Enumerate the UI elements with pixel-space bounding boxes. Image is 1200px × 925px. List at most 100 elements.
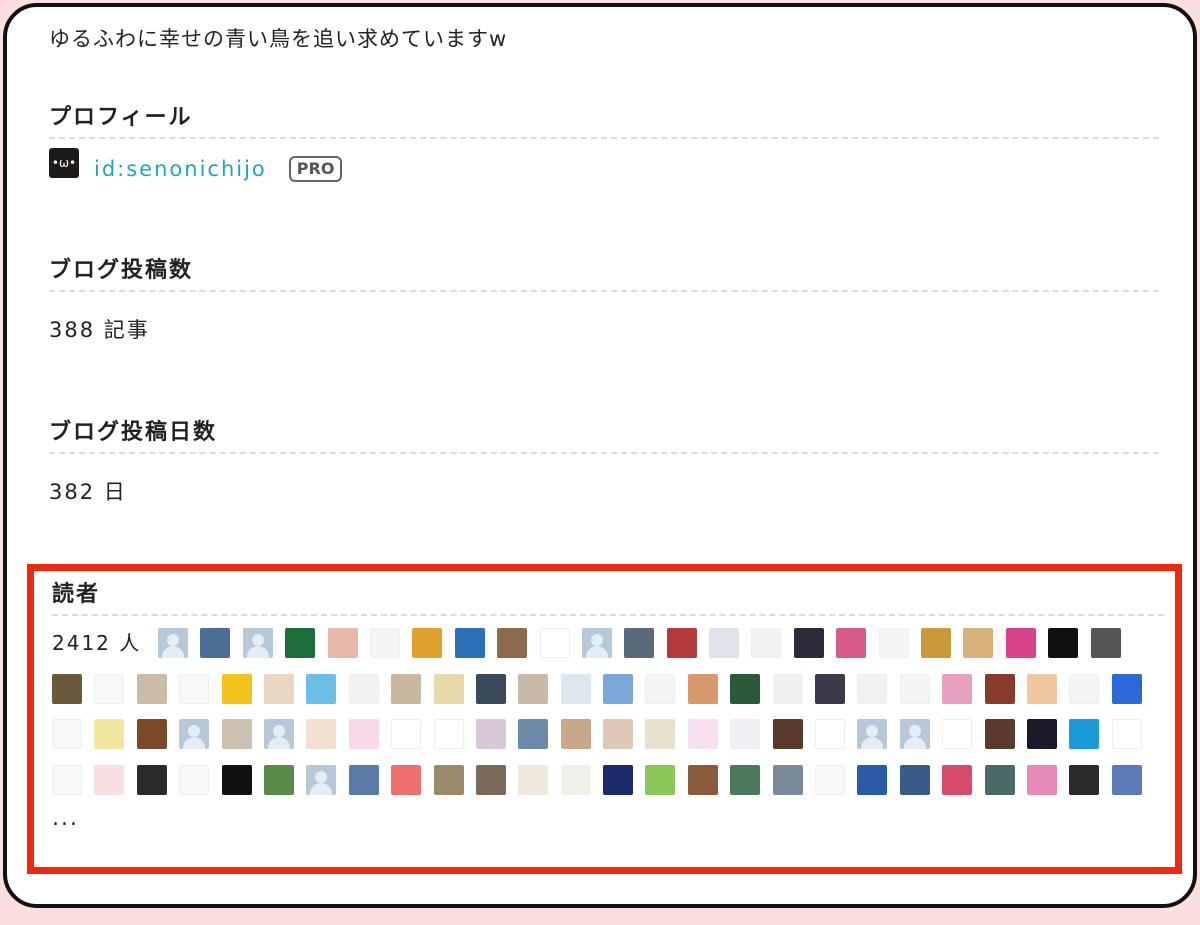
reader-avatar[interactable] [52, 719, 82, 749]
reader-avatar[interactable] [1069, 764, 1100, 795]
reader-avatar[interactable] [348, 673, 379, 704]
reader-avatar[interactable] [412, 628, 443, 658]
reader-avatar[interactable] [179, 673, 210, 704]
reader-avatar[interactable] [857, 764, 888, 795]
reader-avatar[interactable] [391, 764, 422, 795]
reader-avatar[interactable] [263, 764, 294, 795]
reader-avatar[interactable] [899, 719, 930, 749]
reader-avatar[interactable] [391, 719, 422, 749]
reader-avatar[interactable] [666, 628, 697, 658]
reader-avatar[interactable] [391, 673, 422, 704]
reader-avatar[interactable] [200, 628, 231, 658]
reader-avatar[interactable] [158, 628, 188, 658]
reader-avatar[interactable] [136, 764, 167, 795]
reader-avatar[interactable] [942, 673, 973, 704]
reader-avatar[interactable] [581, 628, 612, 658]
reader-avatar[interactable] [454, 628, 485, 658]
reader-avatar[interactable] [475, 673, 506, 704]
reader-avatar[interactable] [369, 628, 400, 658]
more-readers-ellipsis[interactable]: ... [52, 806, 1164, 831]
reader-avatar[interactable] [348, 764, 379, 795]
reader-avatar[interactable] [497, 628, 528, 658]
reader-avatar[interactable] [857, 719, 888, 749]
reader-avatar[interactable] [921, 628, 952, 658]
reader-avatar[interactable] [433, 673, 464, 704]
reader-avatar[interactable] [221, 764, 252, 795]
reader-avatar[interactable] [306, 673, 337, 704]
reader-avatar[interactable] [963, 628, 994, 658]
reader-avatar[interactable] [645, 673, 676, 704]
reader-avatar[interactable] [772, 673, 803, 704]
reader-avatar[interactable] [518, 719, 549, 749]
reader-avatar[interactable] [1026, 673, 1057, 704]
reader-avatar[interactable] [1111, 764, 1142, 795]
pro-badge[interactable]: PRO [288, 156, 343, 182]
reader-avatar[interactable] [263, 673, 294, 704]
reader-avatar[interactable] [1111, 673, 1142, 704]
reader-avatar[interactable] [285, 628, 316, 658]
reader-avatar[interactable] [560, 764, 591, 795]
reader-avatar[interactable] [687, 764, 718, 795]
reader-avatar[interactable] [518, 673, 549, 704]
reader-avatar[interactable] [52, 673, 82, 704]
reader-avatar[interactable] [518, 764, 549, 795]
reader-avatar[interactable] [645, 764, 676, 795]
reader-avatar[interactable] [179, 719, 210, 749]
reader-avatar[interactable] [94, 719, 125, 749]
reader-avatar[interactable] [624, 628, 655, 658]
reader-avatar[interactable] [475, 764, 506, 795]
reader-avatar[interactable] [857, 673, 888, 704]
reader-avatar[interactable] [942, 719, 973, 749]
reader-avatar[interactable] [899, 764, 930, 795]
reader-avatar[interactable] [603, 673, 634, 704]
reader-avatar[interactable] [306, 764, 337, 795]
reader-avatar[interactable] [730, 719, 761, 749]
user-id-link[interactable]: id:senonichijo [94, 157, 267, 181]
reader-avatar[interactable] [645, 719, 676, 749]
reader-avatar[interactable] [52, 764, 82, 795]
reader-avatar[interactable] [603, 764, 634, 795]
reader-avatar[interactable] [433, 719, 464, 749]
reader-avatar[interactable] [815, 673, 846, 704]
reader-avatar[interactable] [836, 628, 867, 658]
reader-avatar[interactable] [603, 719, 634, 749]
reader-avatar[interactable] [815, 719, 846, 749]
reader-avatar[interactable] [94, 764, 125, 795]
reader-avatar[interactable] [984, 719, 1015, 749]
reader-avatar[interactable] [221, 673, 252, 704]
reader-avatar[interactable] [263, 719, 294, 749]
reader-avatar[interactable] [94, 673, 125, 704]
reader-avatar[interactable] [539, 628, 570, 658]
reader-avatar[interactable] [730, 764, 761, 795]
reader-avatar[interactable] [942, 764, 973, 795]
reader-avatar[interactable] [221, 719, 252, 749]
reader-avatar[interactable] [306, 719, 337, 749]
reader-avatar[interactable] [433, 764, 464, 795]
reader-avatar[interactable] [984, 673, 1015, 704]
reader-avatar[interactable] [984, 764, 1015, 795]
reader-avatar[interactable] [899, 673, 930, 704]
reader-avatar[interactable] [242, 628, 273, 658]
reader-avatar[interactable] [793, 628, 824, 658]
reader-avatar[interactable] [1026, 764, 1057, 795]
reader-avatar[interactable] [687, 719, 718, 749]
reader-avatar[interactable] [1090, 628, 1121, 658]
reader-avatar[interactable] [348, 719, 379, 749]
reader-avatar[interactable] [751, 628, 782, 658]
reader-avatar[interactable] [179, 764, 210, 795]
reader-avatar[interactable] [327, 628, 358, 658]
avatar[interactable]: •ω• [49, 148, 79, 178]
reader-avatar[interactable] [560, 673, 591, 704]
reader-avatar[interactable] [136, 719, 167, 749]
reader-avatar[interactable] [560, 719, 591, 749]
reader-avatar[interactable] [475, 719, 506, 749]
reader-avatar[interactable] [1111, 719, 1142, 749]
reader-avatar[interactable] [136, 673, 167, 704]
reader-avatar[interactable] [730, 673, 761, 704]
reader-avatar[interactable] [878, 628, 909, 658]
reader-avatar[interactable] [1069, 719, 1100, 749]
reader-avatar[interactable] [1026, 719, 1057, 749]
reader-avatar[interactable] [1048, 628, 1079, 658]
reader-avatar[interactable] [1069, 673, 1100, 704]
reader-avatar[interactable] [772, 719, 803, 749]
